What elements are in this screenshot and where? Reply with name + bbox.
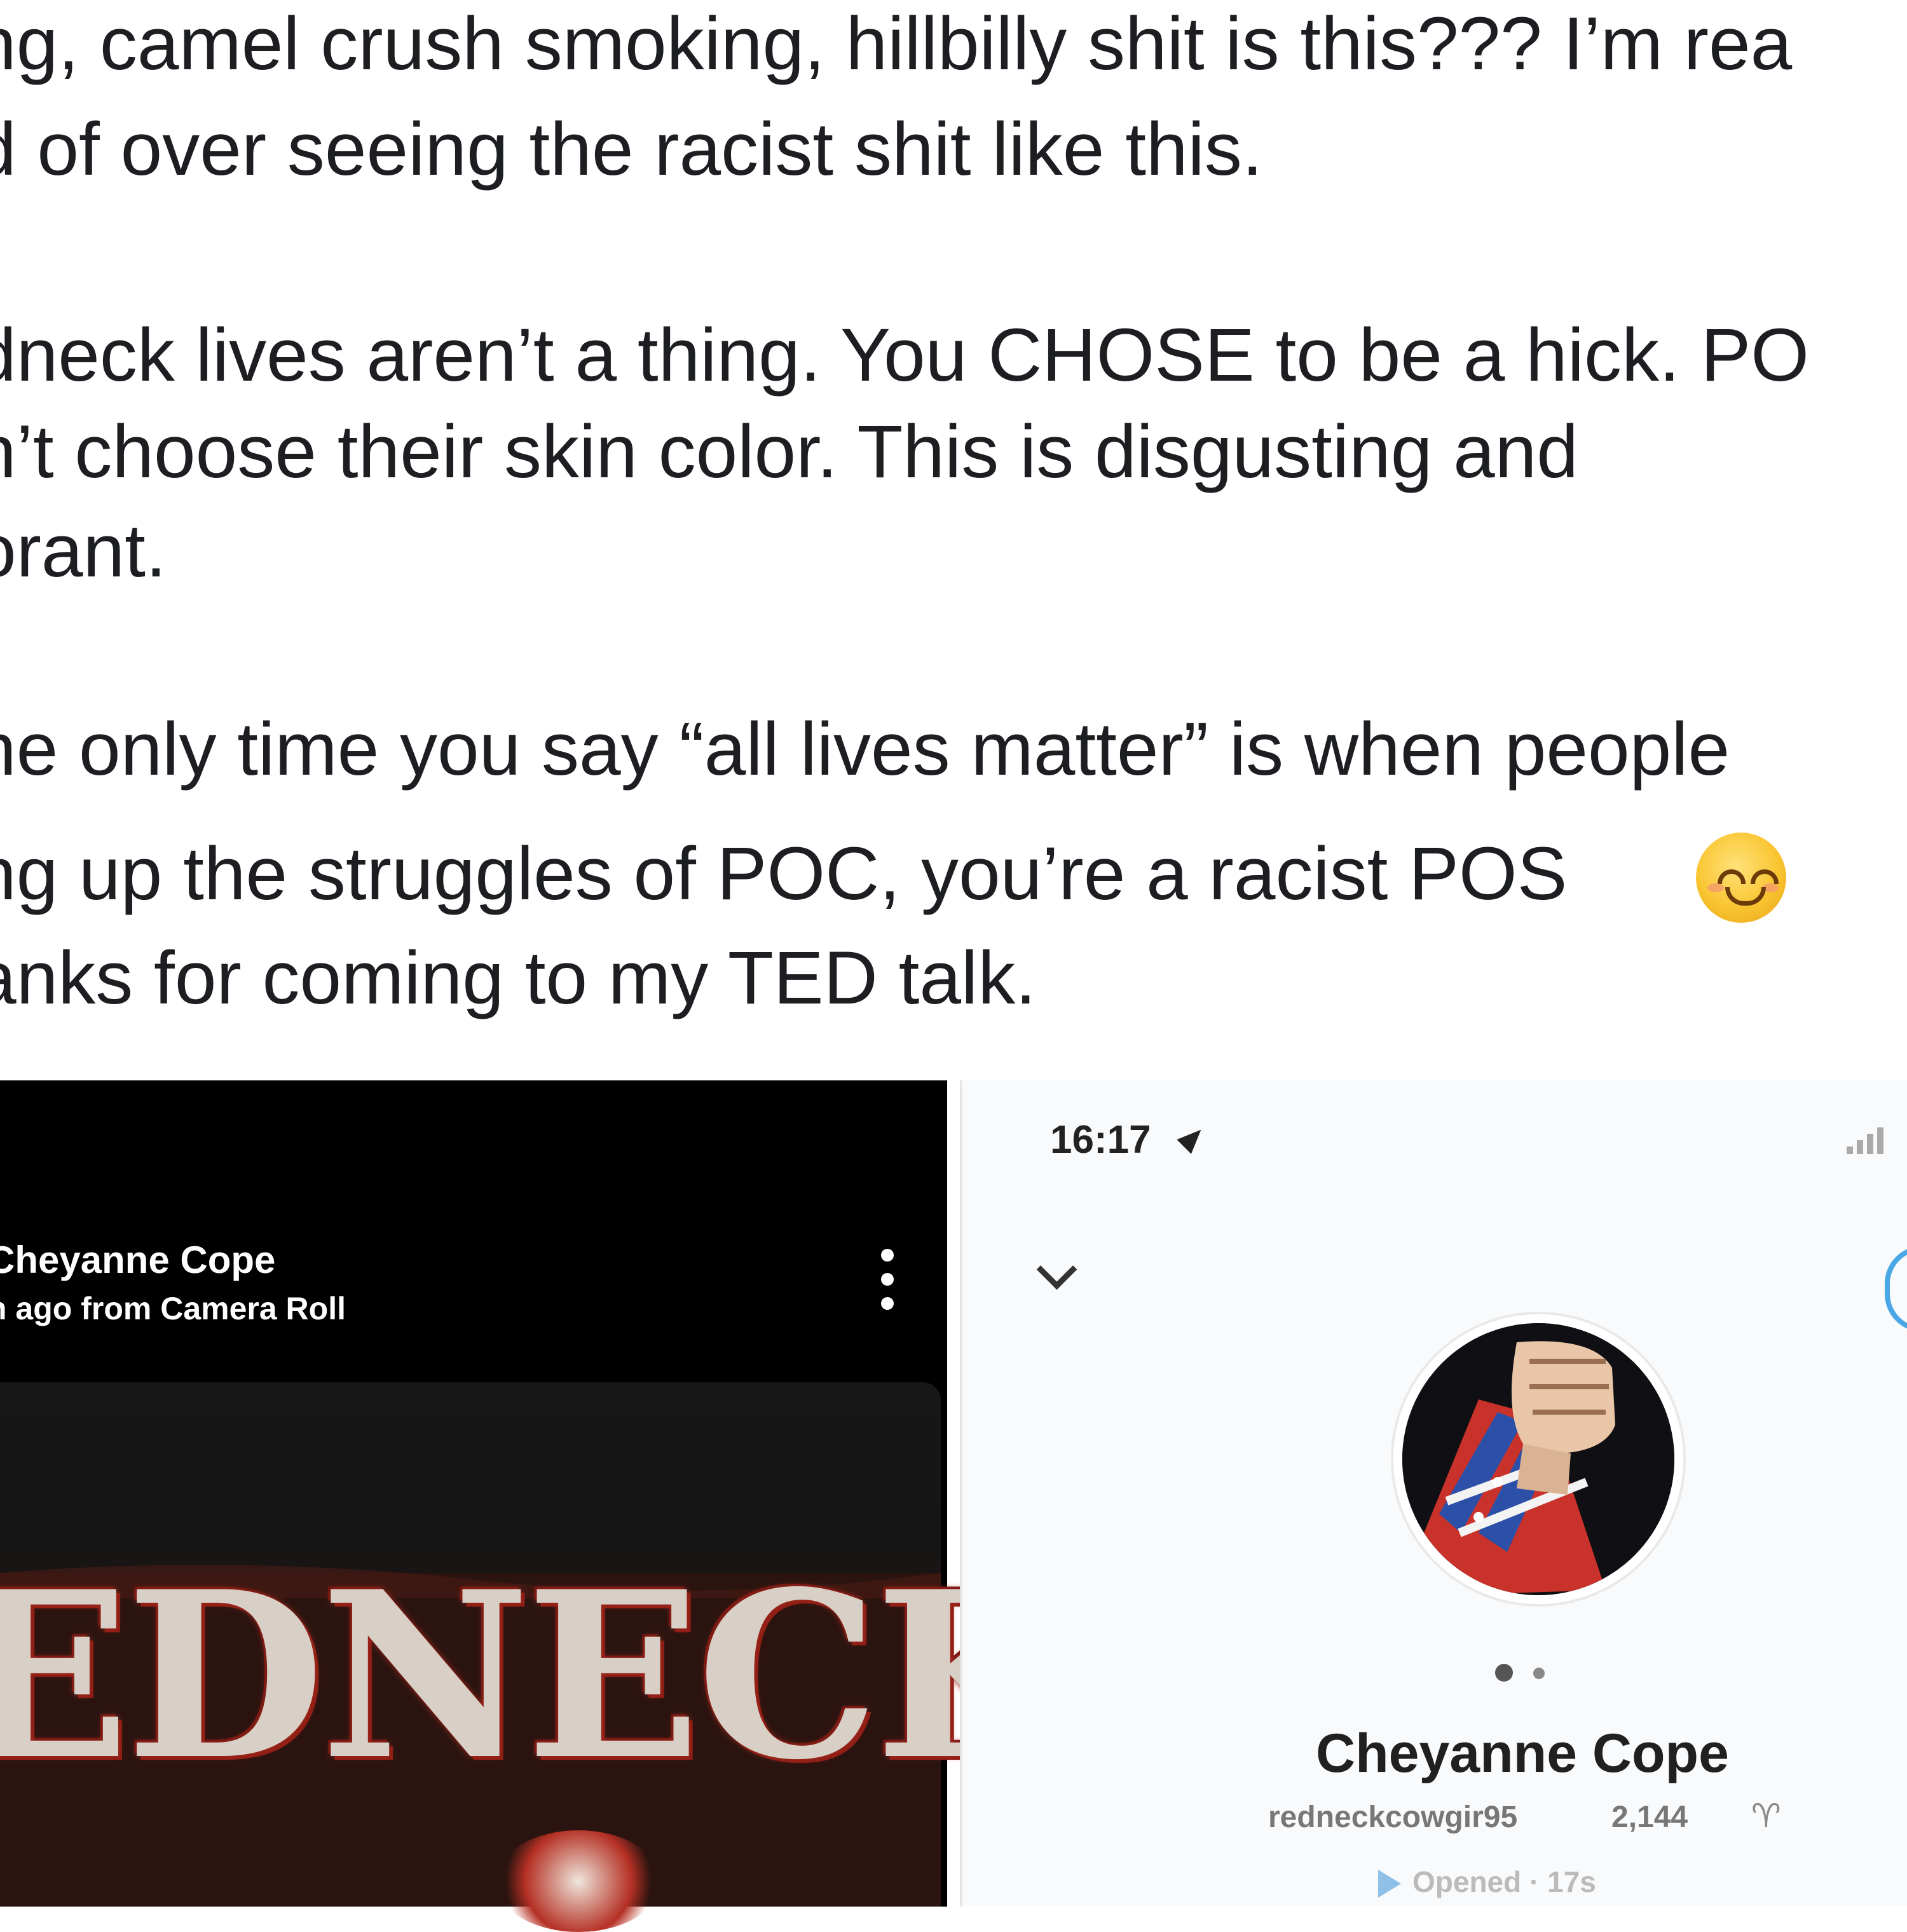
post-body: ng, camel crush smoking, hillbilly shit … (0, 0, 1907, 1042)
smiling-face-emoji-icon (1696, 833, 1786, 923)
post-line: d of over seeing the racist shit like th… (0, 107, 1263, 191)
profile-username[interactable]: redneckcowgir95 (1268, 1800, 1517, 1835)
story-author-name[interactable]: Cheyanne Cope (0, 1238, 275, 1282)
message-status: Opened · 17s (1412, 1865, 1596, 1898)
story-timestamp: h ago from Camera Roll (0, 1291, 346, 1326)
story-image-detail (496, 1830, 661, 1932)
post-line: orant. (0, 509, 167, 593)
signal-strength-icon (1847, 1126, 1897, 1154)
bitmoji-dots (1495, 1660, 1565, 1682)
story-image-caption: EDNECK (0, 1541, 1074, 1810)
zodiac-aries-icon: ♈ (1751, 1798, 1781, 1835)
post-line: ng, camel crush smoking, hillbilly shit … (0, 2, 1793, 86)
post-line: ne only time you say “all lives matter” … (0, 707, 1730, 791)
avatar-fist-image (1402, 1323, 1674, 1595)
status-bar-time: 16:17 (1050, 1118, 1151, 1162)
post-line: dneck lives aren’t a thing. You CHOSE to… (0, 313, 1810, 397)
profile-display-name: Cheyanne Cope (1316, 1723, 1729, 1784)
post-line: ng up the struggles of POC, you’re a rac… (0, 832, 1568, 916)
post-line: anks for coming to my TED talk. (0, 936, 1037, 1020)
opened-arrow-icon (1378, 1870, 1401, 1898)
more-vertical-icon[interactable] (877, 1249, 896, 1312)
chevron-down-icon[interactable] (1036, 1255, 1077, 1296)
snap-score: 2,144 (1611, 1800, 1688, 1834)
post-line: n’t choose their skin color. This is dis… (0, 410, 1579, 494)
